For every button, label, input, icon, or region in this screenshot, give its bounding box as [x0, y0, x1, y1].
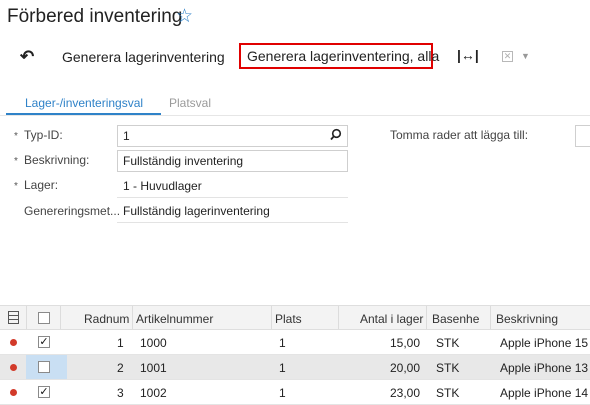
- qty-cell: 23,00: [390, 386, 421, 400]
- tab-divider: [0, 115, 590, 116]
- qty-cell: 20,00: [390, 361, 421, 375]
- required-marker: *: [14, 131, 18, 142]
- page-title: Förbered inventering: [7, 6, 183, 27]
- status-dot-icon: [10, 364, 17, 371]
- description-cell: Apple iPhone 13 1: [500, 361, 590, 375]
- qty-cell: 15,00: [390, 336, 421, 350]
- col-item-number[interactable]: Artikelnummer: [136, 312, 213, 326]
- chevron-down-icon[interactable]: ▼: [521, 51, 530, 61]
- status-dot-icon: [10, 389, 17, 396]
- type-id-field[interactable]: 1: [117, 125, 348, 147]
- row-checkbox[interactable]: ✓: [38, 336, 50, 348]
- col-location[interactable]: Plats: [275, 312, 302, 326]
- generate-inventory-button[interactable]: Generera lagerinventering: [62, 49, 225, 65]
- tab-location-selection[interactable]: Platsval: [169, 96, 211, 110]
- warehouse-label: Lager:: [24, 178, 59, 192]
- search-icon[interactable]: [330, 128, 342, 142]
- uom-cell: STK: [436, 336, 460, 350]
- generate-inventory-all-button[interactable]: Generera lagerinventering, alla: [239, 43, 439, 69]
- description-value: Fullständig inventering: [123, 154, 244, 168]
- col-qty-on-hand[interactable]: Antal i lager: [360, 312, 423, 326]
- row-checkbox[interactable]: [38, 361, 50, 373]
- col-line-number[interactable]: Radnum: [84, 312, 129, 326]
- fit-to-screen-icon[interactable]: |↔|: [457, 47, 479, 63]
- required-marker: *: [14, 181, 18, 192]
- uom-cell: STK: [436, 386, 460, 400]
- type-id-label: Typ-ID:: [24, 128, 63, 142]
- method-underline: [117, 222, 348, 223]
- method-label: Genereringsmet...: [24, 204, 121, 218]
- description-cell: Apple iPhone 14 1: [500, 386, 590, 400]
- warehouse-underline: [117, 197, 348, 198]
- item-number-cell[interactable]: 1000: [140, 336, 167, 350]
- status-dot-icon: [10, 339, 17, 346]
- warehouse-value: 1 - Huvudlager: [123, 179, 202, 193]
- undo-icon[interactable]: ↶: [20, 47, 34, 67]
- select-all-checkbox[interactable]: [38, 312, 50, 324]
- description-label: Beskrivning:: [24, 153, 90, 167]
- item-number-cell[interactable]: 1001: [140, 361, 167, 375]
- item-number-cell[interactable]: 1002: [140, 386, 167, 400]
- required-marker: *: [14, 156, 18, 167]
- description-field[interactable]: Fullständig inventering: [117, 150, 348, 172]
- tab-warehouse-selection[interactable]: Lager-/inventeringsval: [25, 96, 143, 110]
- favorite-star-icon[interactable]: ☆: [176, 5, 193, 28]
- uom-cell: STK: [436, 361, 460, 375]
- empty-rows-label: Tomma rader att lägga till:: [390, 128, 529, 142]
- method-value: Fullständig lagerinventering: [123, 204, 270, 218]
- line-number-cell: 3: [117, 386, 124, 400]
- location-cell[interactable]: 1: [279, 386, 286, 400]
- col-description[interactable]: Beskrivning: [496, 312, 558, 326]
- description-cell: Apple iPhone 15 1: [500, 336, 590, 350]
- type-id-value: 1: [123, 129, 130, 143]
- empty-rows-field[interactable]: [575, 125, 590, 147]
- line-number-cell: 2: [117, 361, 124, 375]
- export-excel-icon[interactable]: ✕: [502, 51, 513, 62]
- grid-settings-icon[interactable]: [8, 311, 19, 324]
- location-cell[interactable]: 1: [279, 336, 286, 350]
- location-cell[interactable]: 1: [279, 361, 286, 375]
- line-number-cell: 1: [117, 336, 124, 350]
- row-checkbox[interactable]: ✓: [38, 386, 50, 398]
- col-base-unit[interactable]: Basenhe: [432, 312, 479, 326]
